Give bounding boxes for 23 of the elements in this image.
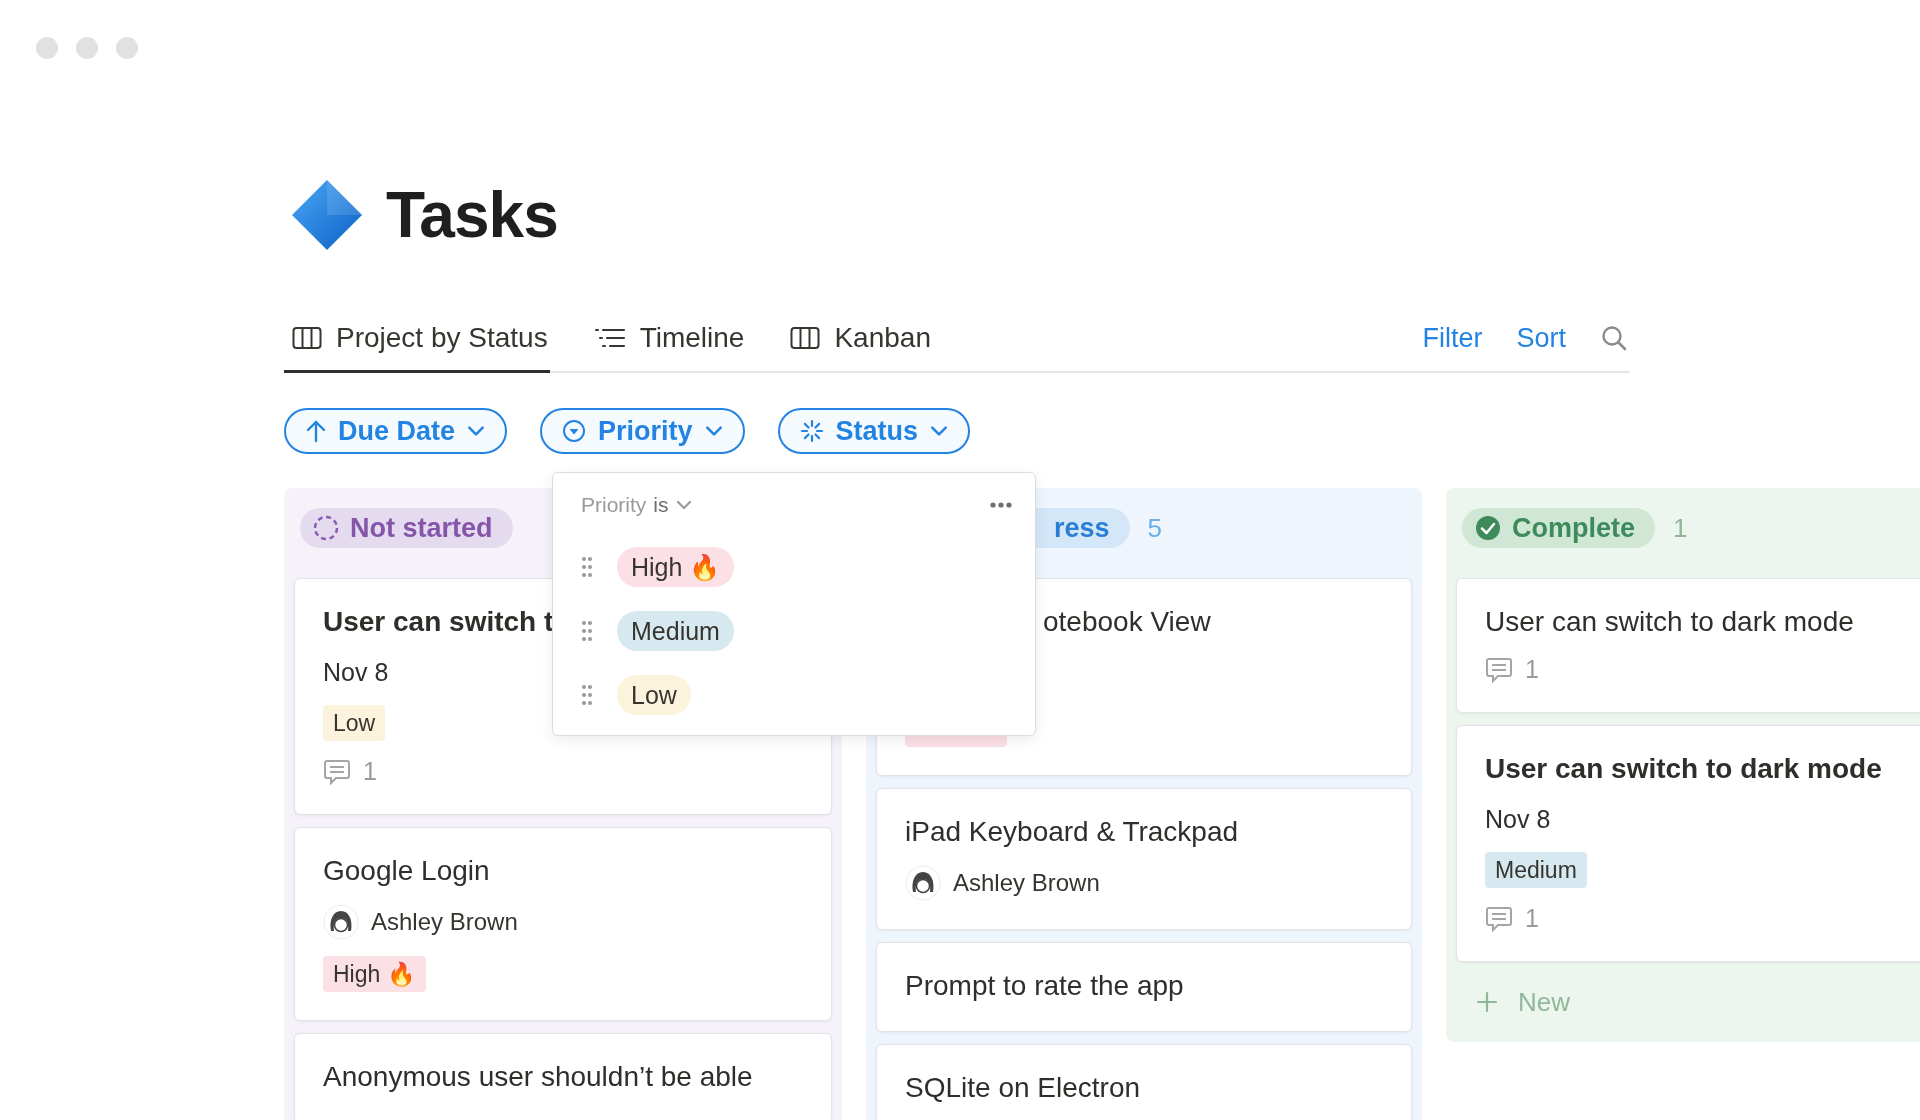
- card-title: Google Login: [323, 854, 490, 888]
- column-count: 5: [1147, 512, 1163, 544]
- card-title: iPad Keyboard & Trackpad: [905, 815, 1239, 849]
- assignee-name: Ashley Brown: [953, 869, 1100, 897]
- priority-tag: High 🔥: [323, 956, 426, 992]
- card-title: User can switch to dark mode: [1485, 752, 1882, 786]
- comment-count: 1: [1525, 655, 1539, 684]
- status-pill: Complete: [1462, 508, 1656, 548]
- card-title: User can switch to dark mode: [1485, 605, 1854, 639]
- status-pill: Not started: [300, 508, 513, 548]
- priority-tag: Medium: [1485, 852, 1587, 888]
- column-count: 1: [1673, 512, 1688, 544]
- priority-tag: Low: [323, 705, 386, 741]
- comment-count: 1: [1525, 904, 1539, 933]
- due-date: Nov 8: [323, 657, 389, 688]
- page-title: Tasks: [386, 178, 558, 253]
- comment-count: 1: [363, 757, 377, 786]
- card-title: otebook View: [1042, 605, 1211, 639]
- assignee-name: Ashley Brown: [371, 908, 518, 936]
- card-title: Prompt to rate the app: [905, 969, 1184, 1003]
- card-title: Anonymous user shouldn’t be able: [323, 1060, 753, 1094]
- due-date: Nov 8: [1485, 804, 1551, 835]
- card-title: SQLite on Electron: [905, 1071, 1141, 1105]
